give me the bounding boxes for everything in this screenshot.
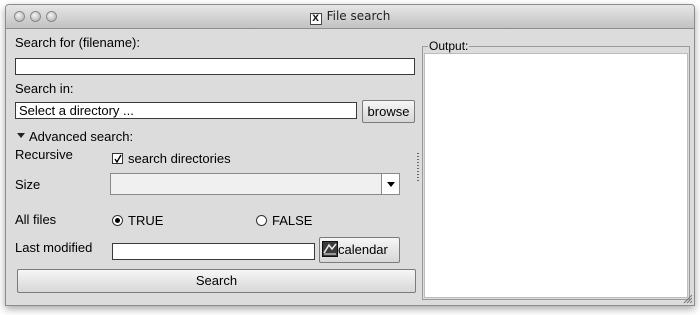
- search-in-label: Search in:: [15, 81, 74, 96]
- all-files-label: All files: [15, 212, 57, 227]
- radio-unselected-icon[interactable]: [256, 215, 267, 226]
- checkbox-checked-icon[interactable]: [112, 153, 123, 164]
- output-textarea[interactable]: [424, 53, 688, 298]
- x11-icon: X: [309, 13, 322, 25]
- size-select[interactable]: [110, 173, 400, 195]
- title-bar[interactable]: X File search: [6, 5, 694, 29]
- radio-false[interactable]: FALSE: [256, 213, 312, 228]
- browse-button[interactable]: browse: [362, 100, 415, 123]
- size-label: Size: [15, 177, 41, 192]
- directory-input[interactable]: [15, 102, 357, 119]
- output-label: Output:: [428, 39, 470, 53]
- triangle-down-icon: [17, 133, 25, 138]
- search-button[interactable]: Search: [17, 269, 416, 293]
- radio-true[interactable]: TRUE: [112, 213, 163, 228]
- search-for-label: Search for (filename):: [15, 35, 140, 50]
- calendar-button[interactable]: calendar: [319, 237, 400, 263]
- filename-input[interactable]: [15, 58, 415, 75]
- radio-selected-icon[interactable]: [112, 215, 123, 226]
- recursive-checkbox[interactable]: search directories: [112, 151, 231, 166]
- pane-resize-handle[interactable]: [417, 153, 419, 183]
- calendar-icon: [322, 241, 338, 257]
- last-modified-input[interactable]: [112, 243, 315, 260]
- window-title: File search: [326, 9, 391, 23]
- calendar-button-label: calendar: [338, 242, 388, 257]
- window-title-wrap: X File search: [6, 9, 694, 25]
- advanced-search-label: Advanced search:: [29, 129, 134, 144]
- recursive-checkbox-label: search directories: [128, 151, 231, 166]
- recursive-label: Recursive: [15, 147, 73, 162]
- file-search-window: X File search Search for (filename): Sear…: [5, 4, 695, 306]
- radio-true-label: TRUE: [128, 213, 164, 228]
- advanced-search-expander[interactable]: Advanced search:: [17, 129, 133, 144]
- radio-false-label: FALSE: [272, 213, 313, 228]
- chevron-down-icon[interactable]: [381, 174, 399, 194]
- last-modified-label: Last modified: [15, 240, 93, 255]
- window-resize-grip-icon[interactable]: [683, 294, 693, 304]
